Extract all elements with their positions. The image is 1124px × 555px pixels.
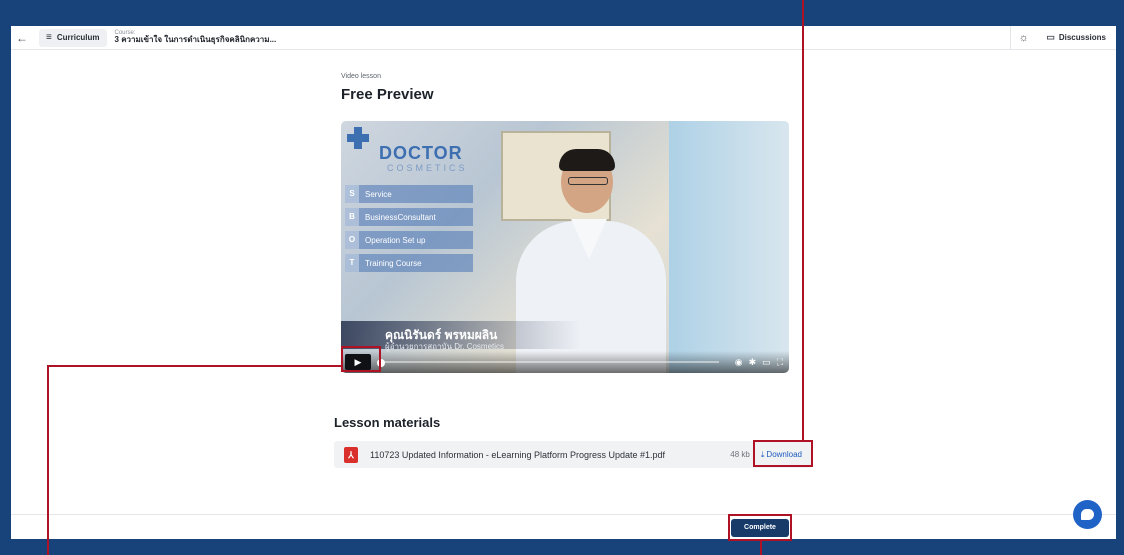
file-name[interactable]: 110723 Updated Information - eLearning P… xyxy=(370,450,665,460)
highlight-download xyxy=(753,440,813,467)
back-arrow-icon[interactable]: ← xyxy=(11,31,33,45)
material-item: ⅄ 110723 Updated Information - eLearning… xyxy=(334,441,811,468)
discussions-label: Discussions xyxy=(1058,33,1106,42)
fullscreen-icon[interactable]: ⛶ xyxy=(777,357,783,368)
video-menu-row: B BusinessConsultant xyxy=(345,208,473,226)
video-menu-row: O Operation Set up xyxy=(345,231,473,249)
highlight-complete xyxy=(728,514,792,541)
video-controls: ▶ ◉ ✱ ▭ ⛶ xyxy=(341,351,789,373)
leader-complete xyxy=(760,540,762,555)
progress-bar[interactable] xyxy=(379,361,719,363)
settings-gear-icon[interactable]: ✱ xyxy=(749,357,757,368)
app-window: ← ≡ Curriculum Course: 3 ความเข้าใจ ในกา… xyxy=(11,26,1116,539)
lesson-kicker: Video lesson xyxy=(341,73,381,80)
leader-play-horizontal xyxy=(47,365,343,367)
menu-icon: ≡ xyxy=(46,31,52,43)
curriculum-button[interactable]: ≡ Curriculum xyxy=(39,28,107,47)
materials-title: Lesson materials xyxy=(334,415,441,430)
video-menu-row: S Service xyxy=(345,185,473,203)
control-icons: ◉ ✱ ▭ ⛶ xyxy=(735,357,783,368)
curriculum-label: Curriculum xyxy=(56,33,100,42)
lesson-title: Free Preview xyxy=(341,86,434,103)
discussions-button[interactable]: ▭ Discussions xyxy=(1036,32,1116,43)
file-size: 48 kb xyxy=(730,450,750,459)
theme-toggle-icon[interactable]: ☼ xyxy=(1010,26,1036,50)
video-menu-row: T Training Course xyxy=(345,254,473,272)
course-title: 3 ความเข้าใจ ในการดำเนินธุรกิจคลินิกความ… xyxy=(114,35,277,45)
video-menu: S Service B BusinessConsultant O Operation … xyxy=(345,185,473,277)
course-info: Course: 3 ความเข้าใจ ในการดำเนินธุรกิจคล… xyxy=(115,30,277,45)
leader-play-vertical xyxy=(47,365,49,555)
leader-download xyxy=(802,0,804,441)
top-bar: ← ≡ Curriculum Course: 3 ความเข้าใจ ในกา… xyxy=(11,26,1116,50)
footer-bar: Complete xyxy=(11,514,1116,539)
video-logo-text: DOCTOR xyxy=(379,143,463,163)
chat-bubble-icon xyxy=(1081,509,1094,520)
cross-logo-icon xyxy=(347,127,369,149)
video-bg-shelf xyxy=(669,121,789,373)
top-right-actions: ☼ ▭ Discussions xyxy=(1010,26,1116,50)
video-logo-sub: COSMETICS xyxy=(387,163,468,173)
highlight-play xyxy=(341,346,381,372)
pdf-file-icon: ⅄ xyxy=(344,446,358,463)
chat-icon: ▭ xyxy=(1046,32,1055,42)
video-player[interactable]: DOCTOR COSMETICS S Service B BusinessConsu… xyxy=(341,121,789,373)
chat-launcher-button[interactable] xyxy=(1073,500,1102,529)
pip-icon[interactable]: ▭ xyxy=(762,357,771,368)
volume-icon[interactable]: ◉ xyxy=(735,357,743,368)
